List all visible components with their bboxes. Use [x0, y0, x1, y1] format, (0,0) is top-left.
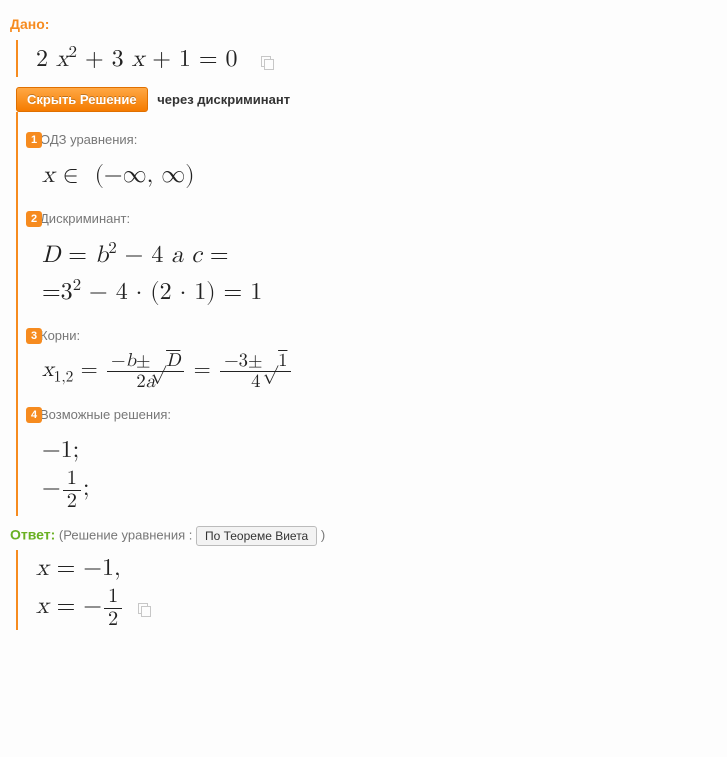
copy-icon[interactable] [138, 603, 151, 616]
step-2: 2 Дискриминант: D = b2 − 4 a c ==32 − 4 … [36, 211, 717, 314]
step-formula: x ∈ (−∞, ∞) [42, 153, 717, 197]
solution-method: через дискриминант [157, 92, 290, 107]
step-3: 3 Корни: x1,2 = −b±√D2a = −3±√14 [36, 328, 717, 393]
step-badge: 1 [26, 132, 42, 148]
answer-results: x = −1,x = −12 [36, 552, 124, 622]
step-badge: 3 [26, 328, 42, 344]
hide-solution-button[interactable]: Скрыть Решение [16, 87, 148, 112]
answer-hint-suffix: ) [321, 528, 325, 543]
step-1: 1 ОДЗ уравнения: x ∈ (−∞, ∞) [36, 132, 717, 197]
copy-icon[interactable] [261, 56, 274, 69]
vieta-button[interactable]: По Теореме Виета [196, 526, 317, 546]
step-label: Дискриминант: [40, 211, 130, 226]
answer-hint-prefix: (Решение уравнения : [59, 528, 196, 543]
answer-title: Ответ: [10, 527, 55, 543]
step-badge: 4 [26, 407, 42, 423]
step-label: Возможные решения: [40, 407, 171, 422]
answer-block: x = −1,x = −12 [16, 550, 717, 630]
step-badge: 2 [26, 211, 42, 227]
step-formula: x1,2 = −b±√D2a = −3±√14 [42, 349, 717, 393]
given-equation: 2 x2 + 3 x + 1 = 0 [36, 43, 238, 75]
step-formula: −1;−12; [42, 428, 717, 516]
given-block: 2 x2 + 3 x + 1 = 0 [16, 40, 717, 77]
step-label: ОДЗ уравнения: [40, 132, 137, 147]
step-formula: D = b2 − 4 a c ==32 − 4 · (2 · 1) = 1 [42, 232, 717, 314]
solution-header: Скрыть Решение через дискриминант [16, 87, 717, 112]
answer-header: Ответ: (Решение уравнения : По Теореме В… [10, 526, 717, 546]
given-title: Дано: [10, 16, 717, 32]
step-4: 4 Возможные решения: −1;−12; [36, 407, 717, 516]
solution-block: 1 ОДЗ уравнения: x ∈ (−∞, ∞) 2 Дискримин… [16, 112, 717, 516]
step-label: Корни: [40, 328, 80, 343]
